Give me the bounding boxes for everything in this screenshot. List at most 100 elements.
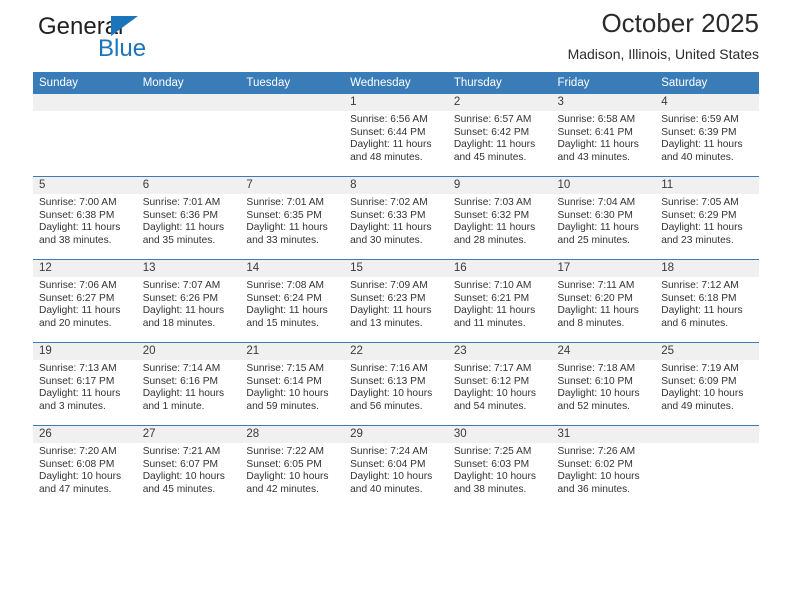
day-number	[136, 94, 241, 111]
daylight-text: Daylight: 11 hours	[661, 305, 743, 317]
sunrise-text: Sunrise: 7:21 AM	[142, 446, 221, 457]
calendar-day-cell[interactable]: 16 Sunrise: 7:10 AM Sunset: 6:21 PM Dayligh…	[447, 259, 552, 343]
calendar-page: General Blue October 2025 Madison, Illin…	[0, 0, 792, 612]
daylight-text: and 23 minutes.	[661, 234, 734, 246]
sunrise-text: Sunrise: 7:08 AM	[246, 280, 324, 291]
weekday-header-row: Sunday Monday Tuesday Wednesday Thursday…	[33, 72, 759, 94]
day-details: Sunrise: 7:01 AM Sunset: 6:36 PM Daylight:…	[137, 194, 241, 247]
calendar-day-cell[interactable]: 15 Sunrise: 7:09 AM Sunset: 6:23 PM Dayligh…	[344, 259, 448, 343]
calendar-day-cell[interactable]: 18 Sunrise: 7:12 AM Sunset: 6:18 PM Dayligh…	[655, 259, 759, 343]
daylight-text: and 48 minutes.	[350, 151, 423, 163]
calendar-day-cell-empty	[655, 425, 759, 508]
daylight-text: Daylight: 11 hours	[350, 305, 432, 317]
calendar-day-cell[interactable]: 5 Sunrise: 7:00 AM Sunset: 6:38 PM Daylight…	[33, 176, 137, 260]
calendar-day-cell[interactable]: 3 Sunrise: 6:58 AM Sunset: 6:41 PM Daylight…	[551, 94, 656, 177]
daylight-text: Daylight: 11 hours	[246, 222, 328, 234]
calendar-day-cell[interactable]: 4 Sunrise: 6:59 AM Sunset: 6:39 PM Daylight…	[655, 94, 759, 177]
day-details: Sunrise: 7:20 AM Sunset: 6:08 PM Daylight:…	[33, 443, 137, 496]
sunrise-text: Sunrise: 7:02 AM	[350, 197, 428, 208]
calendar-day-cell[interactable]: 8 Sunrise: 7:02 AM Sunset: 6:33 PM Daylight…	[344, 176, 448, 260]
calendar-day-cell[interactable]: 1 Sunrise: 6:56 AM Sunset: 6:44 PM Daylight…	[344, 94, 448, 177]
calendar-day-cell[interactable]: 10 Sunrise: 7:04 AM Sunset: 6:30 PM Dayligh…	[551, 176, 656, 260]
sunrise-text: Sunrise: 7:10 AM	[453, 280, 532, 291]
calendar-week-row: 5 Sunrise: 7:00 AM Sunset: 6:38 PM Daylight…	[33, 176, 759, 260]
day-details: Sunrise: 7:00 AM Sunset: 6:38 PM Daylight:…	[33, 194, 137, 247]
daylight-text: and 40 minutes.	[350, 483, 423, 495]
daylight-text: Daylight: 10 hours	[557, 388, 640, 400]
daylight-text: Daylight: 11 hours	[661, 139, 743, 151]
daylight-text: Daylight: 11 hours	[39, 388, 121, 400]
day-details	[240, 111, 344, 114]
calendar-day-cell[interactable]: 27 Sunrise: 7:21 AM Sunset: 6:07 PM Dayligh…	[136, 425, 241, 508]
day-details: Sunrise: 7:19 AM Sunset: 6:09 PM Daylight:…	[655, 360, 759, 413]
general-blue-logo[interactable]: General Blue	[38, 5, 258, 65]
calendar-day-cell[interactable]: 11 Sunrise: 7:05 AM Sunset: 6:29 PM Dayligh…	[655, 176, 759, 260]
weekday-header-thursday: Thursday	[447, 72, 552, 94]
day-details: Sunrise: 7:05 AM Sunset: 6:29 PM Daylight:…	[655, 194, 759, 247]
daylight-text: and 25 minutes.	[557, 234, 631, 246]
day-details	[33, 111, 137, 114]
day-details	[655, 443, 759, 446]
day-details: Sunrise: 7:07 AM Sunset: 6:26 PM Daylight:…	[137, 277, 241, 330]
sunset-text: Sunset: 6:16 PM	[142, 375, 219, 387]
calendar-day-cell[interactable]: 7 Sunrise: 7:01 AM Sunset: 6:35 PM Daylight…	[240, 176, 345, 260]
calendar-day-cell[interactable]: 26 Sunrise: 7:20 AM Sunset: 6:08 PM Dayligh…	[33, 425, 137, 508]
calendar-day-cell[interactable]: 28 Sunrise: 7:22 AM Sunset: 6:05 PM Dayligh…	[240, 425, 345, 508]
calendar-day-cell[interactable]: 24 Sunrise: 7:18 AM Sunset: 6:10 PM Dayligh…	[551, 342, 656, 426]
sunset-text: Sunset: 6:03 PM	[453, 458, 530, 470]
daylight-text: Daylight: 11 hours	[557, 222, 639, 234]
calendar-day-cell[interactable]: 12 Sunrise: 7:06 AM Sunset: 6:27 PM Dayligh…	[33, 259, 137, 343]
weekday-header-sunday: Sunday	[33, 72, 137, 94]
calendar-day-cell[interactable]: 29 Sunrise: 7:24 AM Sunset: 6:04 PM Dayligh…	[344, 425, 448, 508]
day-details: Sunrise: 7:21 AM Sunset: 6:07 PM Daylight:…	[137, 443, 241, 496]
calendar-day-cell[interactable]: 17 Sunrise: 7:11 AM Sunset: 6:20 PM Dayligh…	[551, 259, 656, 343]
daylight-text: Daylight: 11 hours	[142, 388, 225, 400]
daylight-text: Daylight: 10 hours	[453, 471, 536, 483]
calendar-day-cell[interactable]: 31 Sunrise: 7:26 AM Sunset: 6:02 PM Dayligh…	[551, 425, 656, 508]
sunrise-text: Sunrise: 6:57 AM	[453, 114, 532, 125]
day-details	[137, 111, 241, 114]
calendar-week-row: 19 Sunrise: 7:13 AM Sunset: 6:17 PM Dayligh…	[33, 342, 759, 426]
day-number: 23	[447, 343, 552, 360]
calendar-day-cell[interactable]: 2 Sunrise: 6:57 AM Sunset: 6:42 PM Daylight…	[447, 94, 552, 177]
day-details: Sunrise: 7:26 AM Sunset: 6:02 PM Daylight:…	[552, 443, 656, 496]
day-details: Sunrise: 7:18 AM Sunset: 6:10 PM Daylight:…	[552, 360, 656, 413]
daylight-text: and 43 minutes.	[557, 151, 631, 163]
day-number: 1	[344, 94, 448, 111]
calendar-day-cell[interactable]: 6 Sunrise: 7:01 AM Sunset: 6:36 PM Daylight…	[136, 176, 241, 260]
daylight-text: Daylight: 11 hours	[661, 222, 743, 234]
calendar-day-cell[interactable]: 14 Sunrise: 7:08 AM Sunset: 6:24 PM Dayligh…	[240, 259, 345, 343]
day-details: Sunrise: 7:08 AM Sunset: 6:24 PM Daylight:…	[240, 277, 344, 330]
day-number	[33, 94, 137, 111]
sunset-text: Sunset: 6:42 PM	[453, 126, 530, 138]
sunset-text: Sunset: 6:29 PM	[661, 209, 737, 221]
daylight-text: Daylight: 11 hours	[453, 305, 536, 317]
daylight-text: and 33 minutes.	[246, 234, 319, 246]
day-number: 18	[655, 260, 759, 277]
sunset-text: Sunset: 6:36 PM	[142, 209, 219, 221]
day-details: Sunrise: 7:12 AM Sunset: 6:18 PM Daylight:…	[655, 277, 759, 330]
calendar-day-cell[interactable]: 21 Sunrise: 7:15 AM Sunset: 6:14 PM Dayligh…	[240, 342, 345, 426]
sunrise-text: Sunrise: 7:03 AM	[453, 197, 532, 208]
calendar-day-cell[interactable]: 22 Sunrise: 7:16 AM Sunset: 6:13 PM Dayligh…	[344, 342, 448, 426]
calendar-day-cell-empty	[136, 94, 241, 177]
calendar-day-cell[interactable]: 13 Sunrise: 7:07 AM Sunset: 6:26 PM Dayligh…	[136, 259, 241, 343]
sunset-text: Sunset: 6:17 PM	[39, 375, 115, 387]
calendar-day-cell[interactable]: 25 Sunrise: 7:19 AM Sunset: 6:09 PM Dayligh…	[655, 342, 759, 426]
calendar-week-row: 1 Sunrise: 6:56 AM Sunset: 6:44 PM Daylight…	[33, 94, 759, 177]
sunset-text: Sunset: 6:07 PM	[142, 458, 219, 470]
daylight-text: and 20 minutes.	[39, 317, 112, 329]
day-details: Sunrise: 7:01 AM Sunset: 6:35 PM Daylight:…	[240, 194, 344, 247]
day-details: Sunrise: 7:25 AM Sunset: 6:03 PM Daylight:…	[448, 443, 552, 496]
sunset-text: Sunset: 6:41 PM	[557, 126, 633, 138]
day-number	[240, 94, 345, 111]
day-number: 7	[240, 177, 345, 194]
calendar-day-cell[interactable]: 9 Sunrise: 7:03 AM Sunset: 6:32 PM Daylight…	[447, 176, 552, 260]
sunrise-text: Sunrise: 7:01 AM	[246, 197, 324, 208]
calendar-day-cell[interactable]: 20 Sunrise: 7:14 AM Sunset: 6:16 PM Dayligh…	[136, 342, 241, 426]
calendar-day-cell[interactable]: 23 Sunrise: 7:17 AM Sunset: 6:12 PM Dayligh…	[447, 342, 552, 426]
calendar-day-cell[interactable]: 19 Sunrise: 7:13 AM Sunset: 6:17 PM Dayligh…	[33, 342, 137, 426]
daylight-text: and 59 minutes.	[246, 400, 319, 412]
calendar-day-cell[interactable]: 30 Sunrise: 7:25 AM Sunset: 6:03 PM Dayligh…	[447, 425, 552, 508]
calendar-week-row: 12 Sunrise: 7:06 AM Sunset: 6:27 PM Dayligh…	[33, 259, 759, 343]
